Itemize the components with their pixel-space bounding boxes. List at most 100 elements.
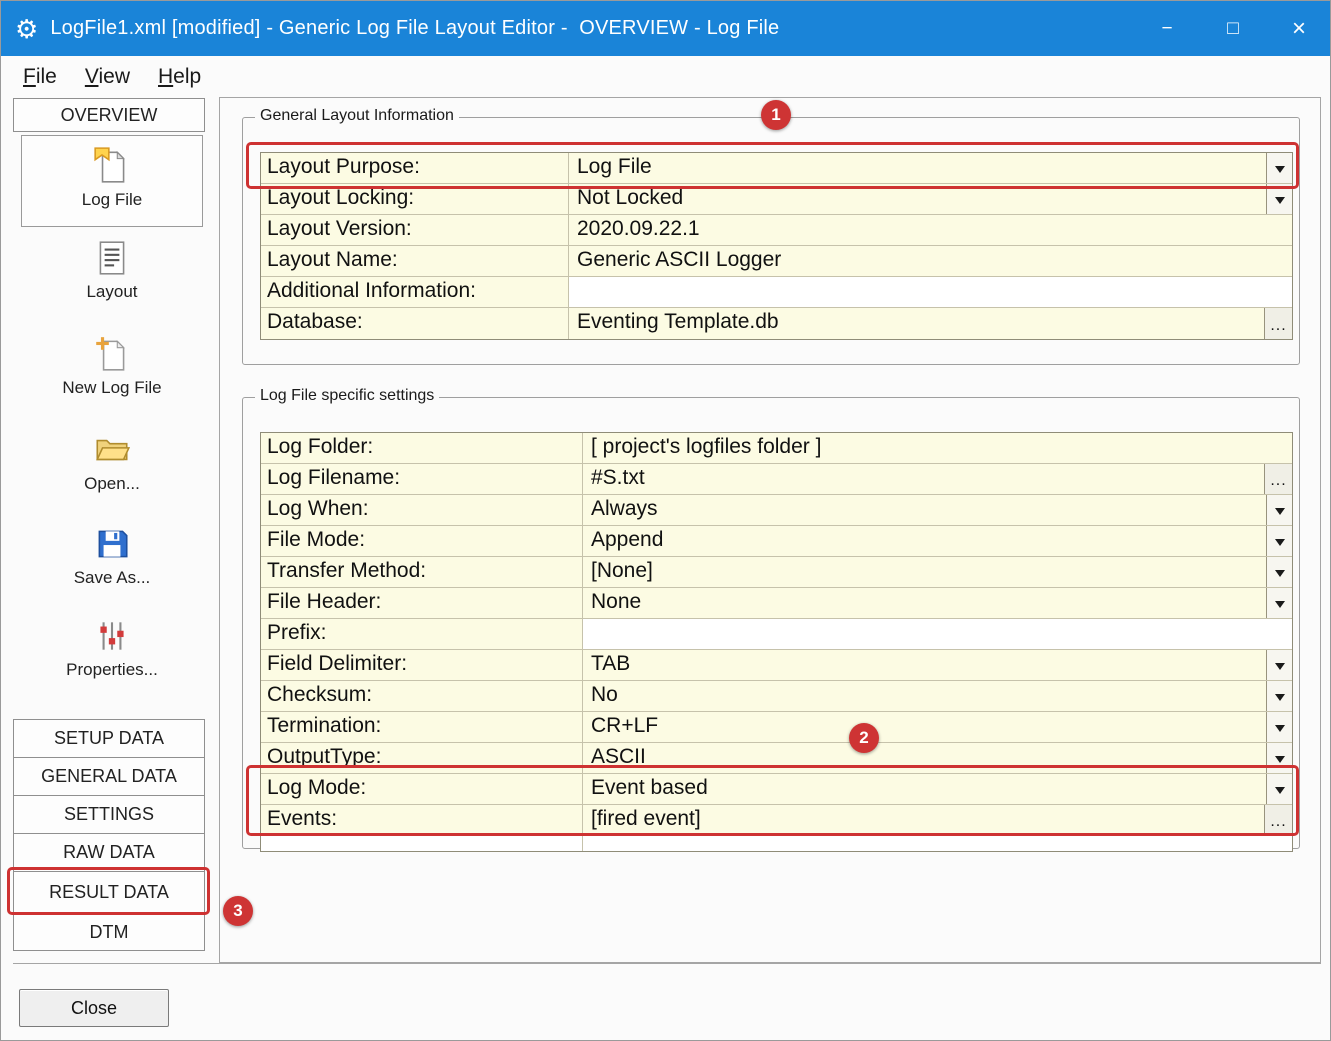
- field-value[interactable]: Eventing Template.db: [569, 308, 1292, 339]
- field-value[interactable]: ASCII: [583, 743, 1292, 773]
- field-value[interactable]: #S.txt: [583, 464, 1292, 494]
- maximize-icon[interactable]: □: [1200, 1, 1266, 56]
- dropdown-arrow-icon[interactable]: [1266, 712, 1292, 742]
- field-value[interactable]: None: [583, 588, 1292, 618]
- sidebar-tool-log-file[interactable]: Log File: [21, 135, 203, 227]
- sidebar-header-overview[interactable]: OVERVIEW: [13, 98, 205, 132]
- layout-icon: [21, 238, 203, 278]
- menu-view[interactable]: View: [71, 61, 144, 93]
- sidebar-tool-save-as[interactable]: Save As...: [21, 524, 203, 588]
- window-controls: − □ ×: [1134, 1, 1331, 56]
- app-window: ⚙ LogFile1.xml [modified] - Generic Log …: [0, 0, 1331, 1041]
- field-row-transfer-method: Transfer Method: [None]: [261, 557, 1292, 588]
- field-value[interactable]: Always: [583, 495, 1292, 525]
- dropdown-arrow-icon[interactable]: [1266, 588, 1292, 618]
- sidebar-item-setup-data[interactable]: SETUP DATA: [13, 719, 205, 758]
- field-value[interactable]: [583, 619, 1292, 649]
- field-label: Log Folder:: [261, 433, 583, 463]
- field-label: Layout Version:: [261, 215, 569, 245]
- field-label: Termination:: [261, 712, 583, 742]
- field-value[interactable]: Event based: [583, 774, 1292, 804]
- field-value[interactable]: [ project's logfiles folder ]: [583, 433, 1292, 463]
- dropdown-arrow-icon[interactable]: [1266, 681, 1292, 711]
- menu-help[interactable]: Help: [144, 61, 215, 93]
- dropdown-arrow-icon[interactable]: [1266, 557, 1292, 587]
- properties-sliders-icon: [21, 616, 203, 656]
- sidebar-tool-layout[interactable]: Layout: [21, 238, 203, 302]
- field-row-layout-name: Layout Name: Generic ASCII Logger: [261, 246, 1292, 277]
- sidebar-tool-label: Open...: [21, 474, 203, 494]
- sidebar-tool-properties[interactable]: Properties...: [21, 616, 203, 680]
- field-row-checksum: Checksum: No: [261, 681, 1292, 712]
- sidebar-tool-label: New Log File: [21, 378, 203, 398]
- field-row-outputtype: OutputType: ASCII: [261, 743, 1292, 774]
- field-label: Layout Purpose:: [261, 153, 569, 183]
- sidebar-item-general-data[interactable]: GENERAL DATA: [13, 757, 205, 796]
- sidebar-tool-label: Layout: [21, 282, 203, 302]
- field-row-file-mode: File Mode: Append: [261, 526, 1292, 557]
- close-button[interactable]: Close: [19, 989, 169, 1027]
- open-folder-icon: [21, 430, 203, 470]
- field-row-layout-locking: Layout Locking: Not Locked: [261, 184, 1292, 215]
- section-label: RAW DATA: [63, 842, 155, 863]
- field-label: File Mode:: [261, 526, 583, 556]
- sidebar-tool-label: Properties...: [21, 660, 203, 680]
- field-row-log-folder: Log Folder: [ project's logfiles folder …: [261, 433, 1292, 464]
- field-value[interactable]: 2020.09.22.1: [569, 215, 1292, 245]
- field-value[interactable]: [fired event]: [583, 805, 1292, 835]
- log-file-icon: [22, 146, 202, 186]
- section-label: RESULT DATA: [49, 882, 169, 903]
- field-value[interactable]: Log File: [569, 153, 1292, 183]
- sidebar-item-result-data[interactable]: RESULT DATA: [13, 871, 205, 914]
- field-label: Layout Name:: [261, 246, 569, 276]
- titlebar: ⚙ LogFile1.xml [modified] - Generic Log …: [1, 1, 1331, 56]
- field-value[interactable]: No: [583, 681, 1292, 711]
- dropdown-arrow-icon[interactable]: [1266, 184, 1292, 214]
- field-value[interactable]: Not Locked: [569, 184, 1292, 214]
- minimize-icon[interactable]: −: [1134, 1, 1200, 56]
- new-log-file-icon: [21, 334, 203, 374]
- dropdown-arrow-icon[interactable]: [1266, 526, 1292, 556]
- sidebar-item-settings[interactable]: SETTINGS: [13, 795, 205, 834]
- dropdown-arrow-icon[interactable]: [1266, 153, 1292, 183]
- field-value[interactable]: TAB: [583, 650, 1292, 680]
- sidebar-item-dtm[interactable]: DTM: [13, 913, 205, 951]
- field-label: Layout Locking:: [261, 184, 569, 214]
- sidebar-tool-open[interactable]: Open...: [21, 430, 203, 494]
- field-label: Checksum:: [261, 681, 583, 711]
- field-row-log-when: Log When: Always: [261, 495, 1292, 526]
- dropdown-arrow-icon[interactable]: [1266, 743, 1292, 773]
- annotation-badge-1: 1: [761, 100, 791, 130]
- field-row-events: Events: [fired event] ...: [261, 805, 1292, 836]
- field-row-additional-information: Additional Information:: [261, 277, 1292, 308]
- browse-button[interactable]: ...: [1264, 464, 1292, 494]
- menu-file[interactable]: File: [9, 61, 71, 93]
- empty-row: [261, 836, 1292, 851]
- close-icon[interactable]: ×: [1266, 1, 1331, 56]
- field-value[interactable]: [569, 277, 1292, 307]
- sidebar-item-raw-data[interactable]: RAW DATA: [13, 833, 205, 872]
- field-value[interactable]: [None]: [583, 557, 1292, 587]
- field-label: OutputType:: [261, 743, 583, 773]
- sidebar-tool-label: Save As...: [21, 568, 203, 588]
- sidebar-tool-new-log-file[interactable]: New Log File: [21, 334, 203, 398]
- field-value[interactable]: Generic ASCII Logger: [569, 246, 1292, 276]
- logfile-table: Log Folder: [ project's logfiles folder …: [260, 432, 1293, 852]
- section-label: SETUP DATA: [54, 728, 164, 749]
- general-table: Layout Purpose: Log File Layout Locking:…: [260, 152, 1293, 340]
- annotation-badge-2: 2: [849, 723, 879, 753]
- field-value[interactable]: Append: [583, 526, 1292, 556]
- dropdown-arrow-icon[interactable]: [1266, 774, 1292, 804]
- dropdown-arrow-icon[interactable]: [1266, 650, 1292, 680]
- field-value[interactable]: CR+LF: [583, 712, 1292, 742]
- main-panel: General Layout Information Layout Purpos…: [219, 97, 1321, 963]
- field-row-field-delimiter: Field Delimiter: TAB: [261, 650, 1292, 681]
- browse-button[interactable]: ...: [1264, 805, 1292, 835]
- field-row-log-filename: Log Filename: #S.txt ...: [261, 464, 1292, 495]
- dropdown-arrow-icon[interactable]: [1266, 495, 1292, 525]
- field-row-file-header: File Header: None: [261, 588, 1292, 619]
- group-log-file-specific-settings: Log File specific settings Log Folder: […: [242, 397, 1300, 849]
- browse-button[interactable]: ...: [1264, 308, 1292, 339]
- group-general-layout-information: General Layout Information Layout Purpos…: [242, 117, 1300, 365]
- field-row-layout-purpose: Layout Purpose: Log File: [261, 153, 1292, 184]
